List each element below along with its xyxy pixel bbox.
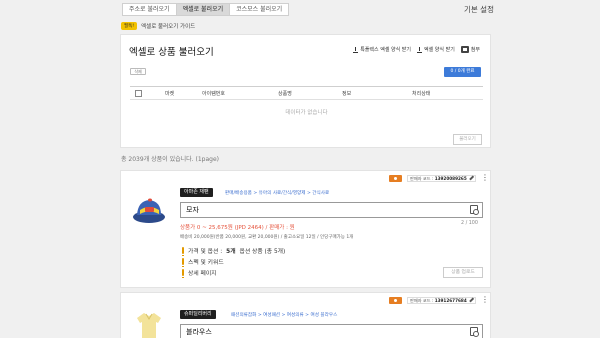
- action-label: 엑셀 양식 받기: [424, 47, 455, 53]
- action-label: 특플렉스 엑셀 양식 받기: [360, 47, 412, 53]
- completion-status-button[interactable]: 0 / 0개 완료: [444, 67, 481, 77]
- product-count-text: 총 2039개 상품이 있습니다. (1page): [121, 156, 219, 163]
- delete-button[interactable]: 삭제: [130, 68, 146, 75]
- excel-import-panel: 엑셀로 상품 불러오기 특플렉스 엑셀 양식 받기 엑셀 양식 받기 첨부 삭제…: [120, 34, 491, 148]
- panel-title: 엑셀로 상품 불러오기: [129, 47, 214, 58]
- seller-code-label: 판매자 코드 :: [410, 176, 434, 181]
- image-search-icon[interactable]: [470, 327, 479, 337]
- seller-code-label: 판매자 코드 :: [410, 298, 434, 303]
- detail-page-label: 상세 페이지: [188, 271, 217, 277]
- category-breadcrumb[interactable]: 판매/배송용품 > 유아의 사료/간식/영양제 > 간식사료: [225, 190, 329, 196]
- seller-code: 13920089265: [434, 176, 467, 181]
- tab-cosmos-import[interactable]: 코스모스 불러오기: [230, 4, 288, 15]
- attach-file-button[interactable]: 첨부: [460, 46, 480, 53]
- category-breadcrumb[interactable]: 패션의류잡화 > 여성패션 > 여성의류 > 여성 블라우스: [231, 312, 337, 318]
- import-table-header: 마켓 아이템번호 상품명 정보 처리상태: [130, 86, 483, 100]
- upload-product-button[interactable]: 상품 업로드: [443, 267, 483, 278]
- download-icon: [417, 46, 423, 53]
- product-image-blouse[interactable]: [136, 311, 162, 338]
- seller-code-box: 판매자 코드 : 13912677684: [407, 297, 476, 304]
- spec-keyword-label: 스펙 및 키워드: [188, 260, 224, 266]
- more-menu-icon[interactable]: [481, 173, 489, 184]
- column-status: 처리상태: [412, 91, 431, 97]
- name-char-count: 2 / 100: [461, 221, 478, 226]
- warning-icon: [182, 247, 184, 256]
- column-item-number: 아이템번호: [202, 91, 226, 97]
- seller-code-box: 판매자 코드 : 13920089265: [407, 175, 476, 182]
- product-card: 판매자 코드 : 13920089265 아마존 재팬 판매/배송용품 > 유아…: [120, 170, 491, 288]
- action-label: 첨부: [470, 47, 480, 53]
- download-template-button[interactable]: 엑셀 양식 받기: [417, 46, 455, 53]
- column-product-name: 상품명: [278, 91, 292, 97]
- shipping-info: 배송비 20,000원(반품 20,000원, 교환 20,000원) / 출고…: [180, 235, 354, 240]
- option-prefix: 가격 및 옵션 :: [188, 249, 223, 255]
- market-tag: 슈퍼딜리버리: [180, 310, 216, 319]
- download-icon: [353, 46, 359, 53]
- option-row[interactable]: 가격 및 옵션 : 5개 옵션 상품 (총 5개): [182, 246, 286, 256]
- help-guide[interactable]: 필독! 엑셀로 불러오기 가이드: [121, 22, 195, 30]
- product-name-input[interactable]: 모자: [180, 202, 483, 218]
- seller-icon: [389, 297, 402, 304]
- image-search-icon[interactable]: [470, 205, 479, 215]
- more-menu-icon[interactable]: [481, 295, 489, 306]
- market-tag: 아마존 재팬: [180, 188, 213, 197]
- seller-icon: [389, 175, 402, 182]
- warning-icon: [182, 269, 184, 278]
- pencil-icon[interactable]: [469, 176, 473, 180]
- option-count: 5개: [226, 249, 236, 255]
- tab-url-import[interactable]: 주소로 불러오기: [123, 4, 177, 15]
- detail-page-row[interactable]: 상세 페이지: [182, 268, 217, 278]
- select-all-checkbox[interactable]: [135, 89, 142, 97]
- pencil-icon[interactable]: [469, 298, 473, 302]
- import-button[interactable]: 불러오기: [453, 134, 482, 145]
- warning-icon: [182, 258, 184, 267]
- download-template-special-button[interactable]: 특플렉스 엑셀 양식 받기: [353, 46, 411, 53]
- seller-code: 13912677684: [434, 298, 467, 303]
- column-market: 마켓: [165, 91, 175, 97]
- product-card: 판매자 코드 : 13912677684 슈퍼딜리버리 패션의류잡화 > 여성패…: [120, 292, 491, 338]
- column-info: 정보: [342, 91, 352, 97]
- excel-icon: [460, 46, 469, 53]
- must-read-badge: 필독!: [121, 22, 138, 30]
- price-text: 상품가 0 ~ 25,675원 (JPD 2464) / 판매가 : 원: [180, 225, 295, 231]
- product-name-input[interactable]: 블라우스: [180, 324, 483, 338]
- default-settings-link[interactable]: 기본 설정: [464, 4, 494, 15]
- option-suffix: 옵션 상품 (총 5개): [239, 249, 286, 255]
- guide-link[interactable]: 엑셀로 불러오기 가이드: [141, 22, 195, 30]
- empty-table-message: 데이터가 없습니다: [285, 110, 328, 116]
- spec-keyword-row[interactable]: 스펙 및 키워드: [182, 257, 224, 267]
- product-image-hat[interactable]: [130, 193, 168, 227]
- import-tabs: 주소로 불러오기 엑셀로 불러오기 코스모스 불러오기: [122, 3, 290, 16]
- tab-excel-import[interactable]: 엑셀로 불러오기: [176, 4, 231, 15]
- panel-actions: 특플렉스 엑셀 양식 받기 엑셀 양식 받기 첨부: [353, 46, 480, 53]
